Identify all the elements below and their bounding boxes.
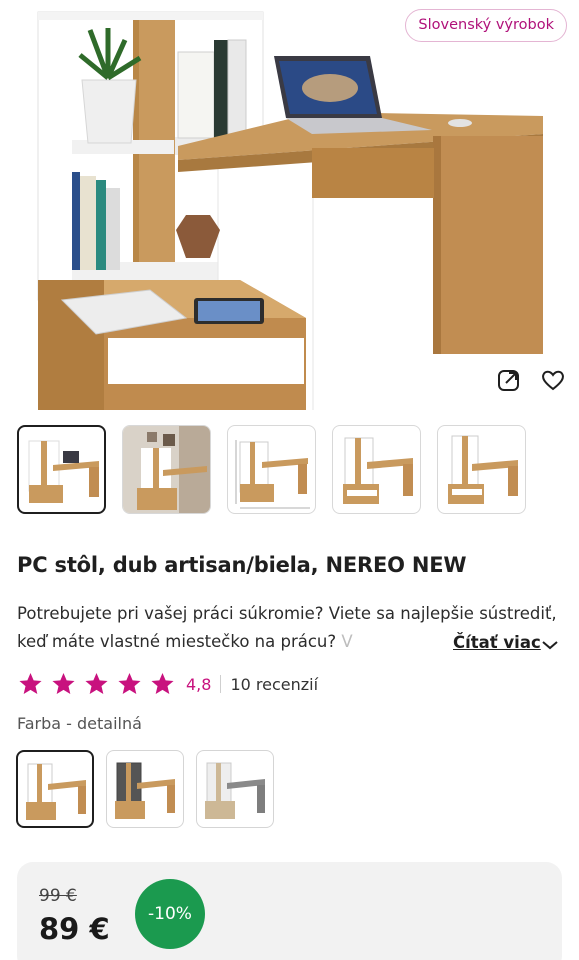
star-icon	[151, 672, 174, 694]
thumbnail-1[interactable]	[17, 425, 106, 514]
color-swatches	[16, 750, 274, 828]
review-count-link[interactable]: 10 recenzií	[230, 675, 318, 694]
color-swatch-oak-white[interactable]	[16, 750, 94, 828]
star-icon	[85, 672, 108, 694]
share-icon[interactable]	[495, 366, 523, 394]
read-more-link[interactable]: Čítať viac	[449, 629, 541, 657]
desk-illustration	[37, 11, 543, 426]
thumbnail-4[interactable]	[332, 425, 421, 514]
star-icon	[52, 672, 75, 694]
thumbnail-strip	[17, 425, 526, 514]
heart-icon[interactable]	[539, 366, 567, 394]
star-icon	[19, 672, 42, 694]
price-card: 99 € 89 € -10%	[17, 862, 562, 960]
star-icon	[118, 672, 141, 694]
rating-divider	[220, 675, 222, 693]
product-title: PC stôl, dub artisan/biela, NEREO NEW	[17, 553, 467, 577]
thumbnail-3[interactable]	[227, 425, 316, 514]
current-price: 89 €	[39, 912, 110, 946]
color-swatch-oak-grey[interactable]	[106, 750, 184, 828]
thumbnail-5[interactable]	[437, 425, 526, 514]
description-fade: V	[336, 632, 353, 651]
chevron-down-icon[interactable]	[541, 636, 559, 655]
slovak-product-badge: Slovenský výrobok	[405, 9, 567, 42]
color-label: Farba - detailná	[17, 714, 142, 733]
rating-row[interactable]: 4,8 10 recenzií	[17, 670, 318, 698]
thumbnail-2[interactable]	[122, 425, 211, 514]
rating-value: 4,8	[186, 674, 212, 694]
old-price: 99 €	[39, 886, 77, 906]
discount-badge: -10%	[135, 879, 205, 949]
product-main-image[interactable]: Slovenský výrobok	[0, 0, 579, 426]
color-swatch-sonoma-grey[interactable]	[196, 750, 274, 828]
